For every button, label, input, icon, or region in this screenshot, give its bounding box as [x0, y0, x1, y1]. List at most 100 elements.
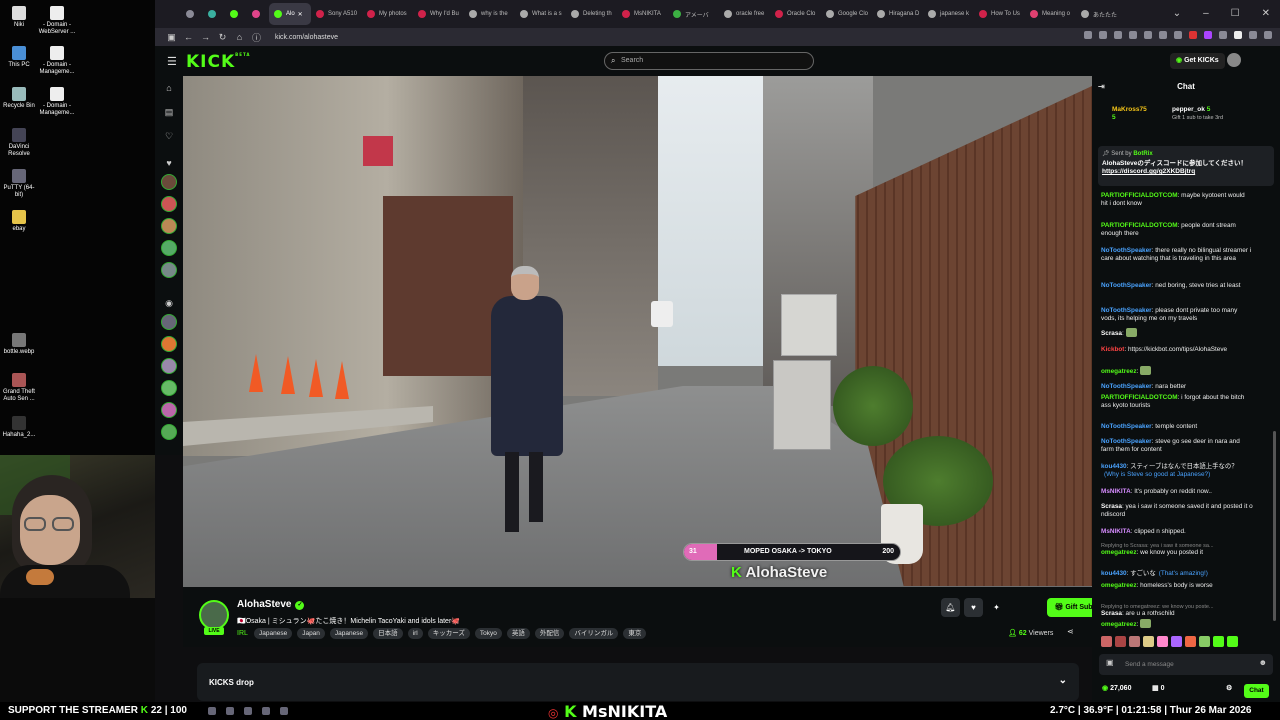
- chat-message[interactable]: PARTIOFFICIALDOTCOM: maybe kyotoent woul…: [1101, 192, 1253, 208]
- emote-icon[interactable]: [1199, 636, 1210, 647]
- browser-tab[interactable]: Deleting th: [566, 3, 617, 25]
- emoji-picker-icon[interactable]: ☻: [1259, 659, 1267, 667]
- chat-username[interactable]: PARTIOFFICIALDOTCOM: [1101, 192, 1178, 199]
- emote-icon[interactable]: [1129, 636, 1140, 647]
- chat-username[interactable]: Scrasa: [1101, 610, 1122, 617]
- browser-tab[interactable]: [247, 3, 269, 25]
- desktop-icon[interactable]: This PC: [0, 46, 38, 69]
- chat-message[interactable]: NoToothSpeaker: nara better: [1101, 383, 1253, 391]
- sub-count[interactable]: ▦ 0: [1152, 685, 1164, 693]
- chat-message-input[interactable]: ▣ Send a message ☻: [1099, 654, 1273, 675]
- chat-message[interactable]: MsNIKITA: It's probably on reddit now..: [1101, 488, 1253, 496]
- chat-username[interactable]: NoToothSpeaker: [1101, 247, 1152, 254]
- chat-username[interactable]: omegatreez: [1101, 549, 1137, 556]
- chat-message[interactable]: kou4430: スティーブはなんで日本語上手なの？(Why is Steve …: [1101, 463, 1253, 479]
- stream-tag[interactable]: Japan: [297, 628, 325, 639]
- chat-message[interactable]: omegatreez:: [1101, 619, 1253, 629]
- extension-icon[interactable]: [1189, 31, 1197, 39]
- share-icon[interactable]: ⋖: [1067, 627, 1074, 636]
- close-tab-icon[interactable]: ✕: [298, 11, 303, 18]
- browser-tab[interactable]: Why I'd Bu: [413, 3, 464, 25]
- emote-icon[interactable]: [1227, 636, 1238, 647]
- chat-username[interactable]: NoToothSpeaker: [1101, 383, 1152, 390]
- user-avatar[interactable]: [1227, 53, 1241, 67]
- send-chat-button[interactable]: Chat: [1244, 684, 1269, 698]
- extension-icon[interactable]: [1084, 31, 1092, 39]
- stream-tag[interactable]: キッカーズ: [427, 628, 470, 639]
- chat-message[interactable]: PARTIOFFICIALDOTCOM: i forgot about the …: [1101, 394, 1253, 410]
- stream-tag[interactable]: バイリンガル: [569, 628, 619, 639]
- chat-username[interactable]: NoToothSpeaker: [1101, 438, 1152, 445]
- emote-icon[interactable]: [1143, 636, 1154, 647]
- top-gifter-2[interactable]: pepper_ok 5 Gift 1 sub to take 3rd: [1172, 106, 1223, 122]
- followed-channel-avatar[interactable]: [161, 218, 177, 234]
- kicks-drop-panel[interactable]: KICKS drop ⌄: [197, 663, 1079, 701]
- chat-message[interactable]: omegatreez:: [1101, 366, 1253, 376]
- stream-tag[interactable]: Japanese: [329, 628, 369, 639]
- desktop-icon[interactable]: - Domain - WebServer ...: [38, 6, 76, 36]
- chat-username[interactable]: omegatreez: [1101, 368, 1137, 375]
- browser-tab[interactable]: Meaning o: [1025, 3, 1076, 25]
- desktop-icon[interactable]: Hahaha_2...: [0, 416, 38, 439]
- chat-scrollbar[interactable]: [1273, 431, 1276, 621]
- live-channel-avatar[interactable]: [161, 402, 177, 418]
- chat-message[interactable]: NoToothSpeaker: steve go see deer in nar…: [1101, 438, 1253, 454]
- back-icon[interactable]: ←: [180, 32, 197, 42]
- site-info-icon[interactable]: ⓘ: [248, 31, 265, 44]
- menu-icon[interactable]: [1264, 31, 1272, 39]
- top-gifter-1[interactable]: MaKross75 5: [1112, 106, 1147, 122]
- stream-tag[interactable]: 東京: [623, 628, 647, 639]
- following-icon[interactable]: ♡: [163, 130, 175, 142]
- chat-message[interactable]: omegatreez: homeless's body is worse: [1101, 582, 1253, 590]
- desktop-icon[interactable]: PuTTY (64-bit): [0, 169, 38, 199]
- browser-tab[interactable]: Alo ✕: [269, 3, 311, 25]
- followed-channel-avatar[interactable]: [161, 174, 177, 190]
- chat-message[interactable]: MsNIKITA: clipped n shipped.: [1101, 528, 1253, 536]
- search-input[interactable]: ⌕ Search: [604, 52, 814, 70]
- bookmark-icon[interactable]: [1114, 31, 1122, 39]
- stream-tag[interactable]: 英語: [506, 628, 530, 639]
- desktop-icon[interactable]: - Domain - Manageme...: [38, 87, 76, 117]
- followed-channel-avatar[interactable]: [161, 262, 177, 278]
- extension-icon[interactable]: [1174, 31, 1182, 39]
- desktop-icon[interactable]: Recycle Bin: [0, 87, 38, 110]
- home-icon[interactable]: ⌂: [231, 32, 248, 42]
- chevron-down-icon[interactable]: ⌄: [1059, 675, 1067, 686]
- chat-username[interactable]: MsNIKITA: [1101, 528, 1131, 535]
- taskbar-app-icon[interactable]: [262, 707, 270, 715]
- emote-icon[interactable]: [1101, 636, 1112, 647]
- chat-username[interactable]: kou4430: [1101, 463, 1127, 470]
- chat-username[interactable]: PARTIOFFICIALDOTCOM: [1101, 222, 1178, 229]
- extension-icon[interactable]: [1159, 31, 1167, 39]
- reload-icon[interactable]: ↻: [214, 32, 231, 43]
- browser-tab[interactable]: How To Us: [974, 3, 1025, 25]
- streamer-avatar[interactable]: [199, 600, 229, 630]
- chat-username[interactable]: NoToothSpeaker: [1101, 423, 1152, 430]
- kick-logo[interactable]: KICKBETA: [186, 52, 250, 72]
- live-channel-avatar[interactable]: [161, 314, 177, 330]
- extension-icon[interactable]: [1249, 31, 1257, 39]
- browser-tab[interactable]: アメーバ: [668, 3, 719, 25]
- emote-icon[interactable]: [1213, 636, 1224, 647]
- collapse-chat-icon[interactable]: ⇥: [1098, 76, 1105, 98]
- stream-tag[interactable]: 外配信: [534, 628, 565, 639]
- extension-icon[interactable]: [1234, 31, 1242, 39]
- notification-bell-button[interactable]: 🔔︎: [941, 598, 960, 617]
- emote-icon[interactable]: [1185, 636, 1196, 647]
- chat-message[interactable]: NoToothSpeaker: ned boring, steve tries …: [1101, 282, 1253, 290]
- chat-username[interactable]: Scrasa: [1101, 330, 1122, 337]
- maximize-icon[interactable]: ☐: [1231, 8, 1240, 19]
- video-player[interactable]: 31 MOPED OSAKA -> TOKYO 200 K AlohaSteve: [183, 76, 1092, 587]
- chat-username[interactable]: PARTIOFFICIALDOTCOM: [1101, 394, 1178, 401]
- chat-message[interactable]: NoToothSpeaker: please dont private too …: [1101, 307, 1253, 323]
- chat-username[interactable]: omegatreez: [1101, 621, 1137, 628]
- browse-icon[interactable]: ▤: [163, 106, 175, 118]
- live-channel-avatar[interactable]: [161, 358, 177, 374]
- minimize-icon[interactable]: –: [1203, 8, 1209, 19]
- desktop-icon[interactable]: DaVinci Resolve: [0, 128, 38, 158]
- browser-tab[interactable]: [181, 3, 203, 25]
- followed-channel-avatar[interactable]: [161, 196, 177, 212]
- chat-username[interactable]: Kickbot: [1101, 346, 1124, 353]
- stream-tag[interactable]: Japanese: [254, 628, 293, 639]
- followed-channel-avatar[interactable]: [161, 240, 177, 256]
